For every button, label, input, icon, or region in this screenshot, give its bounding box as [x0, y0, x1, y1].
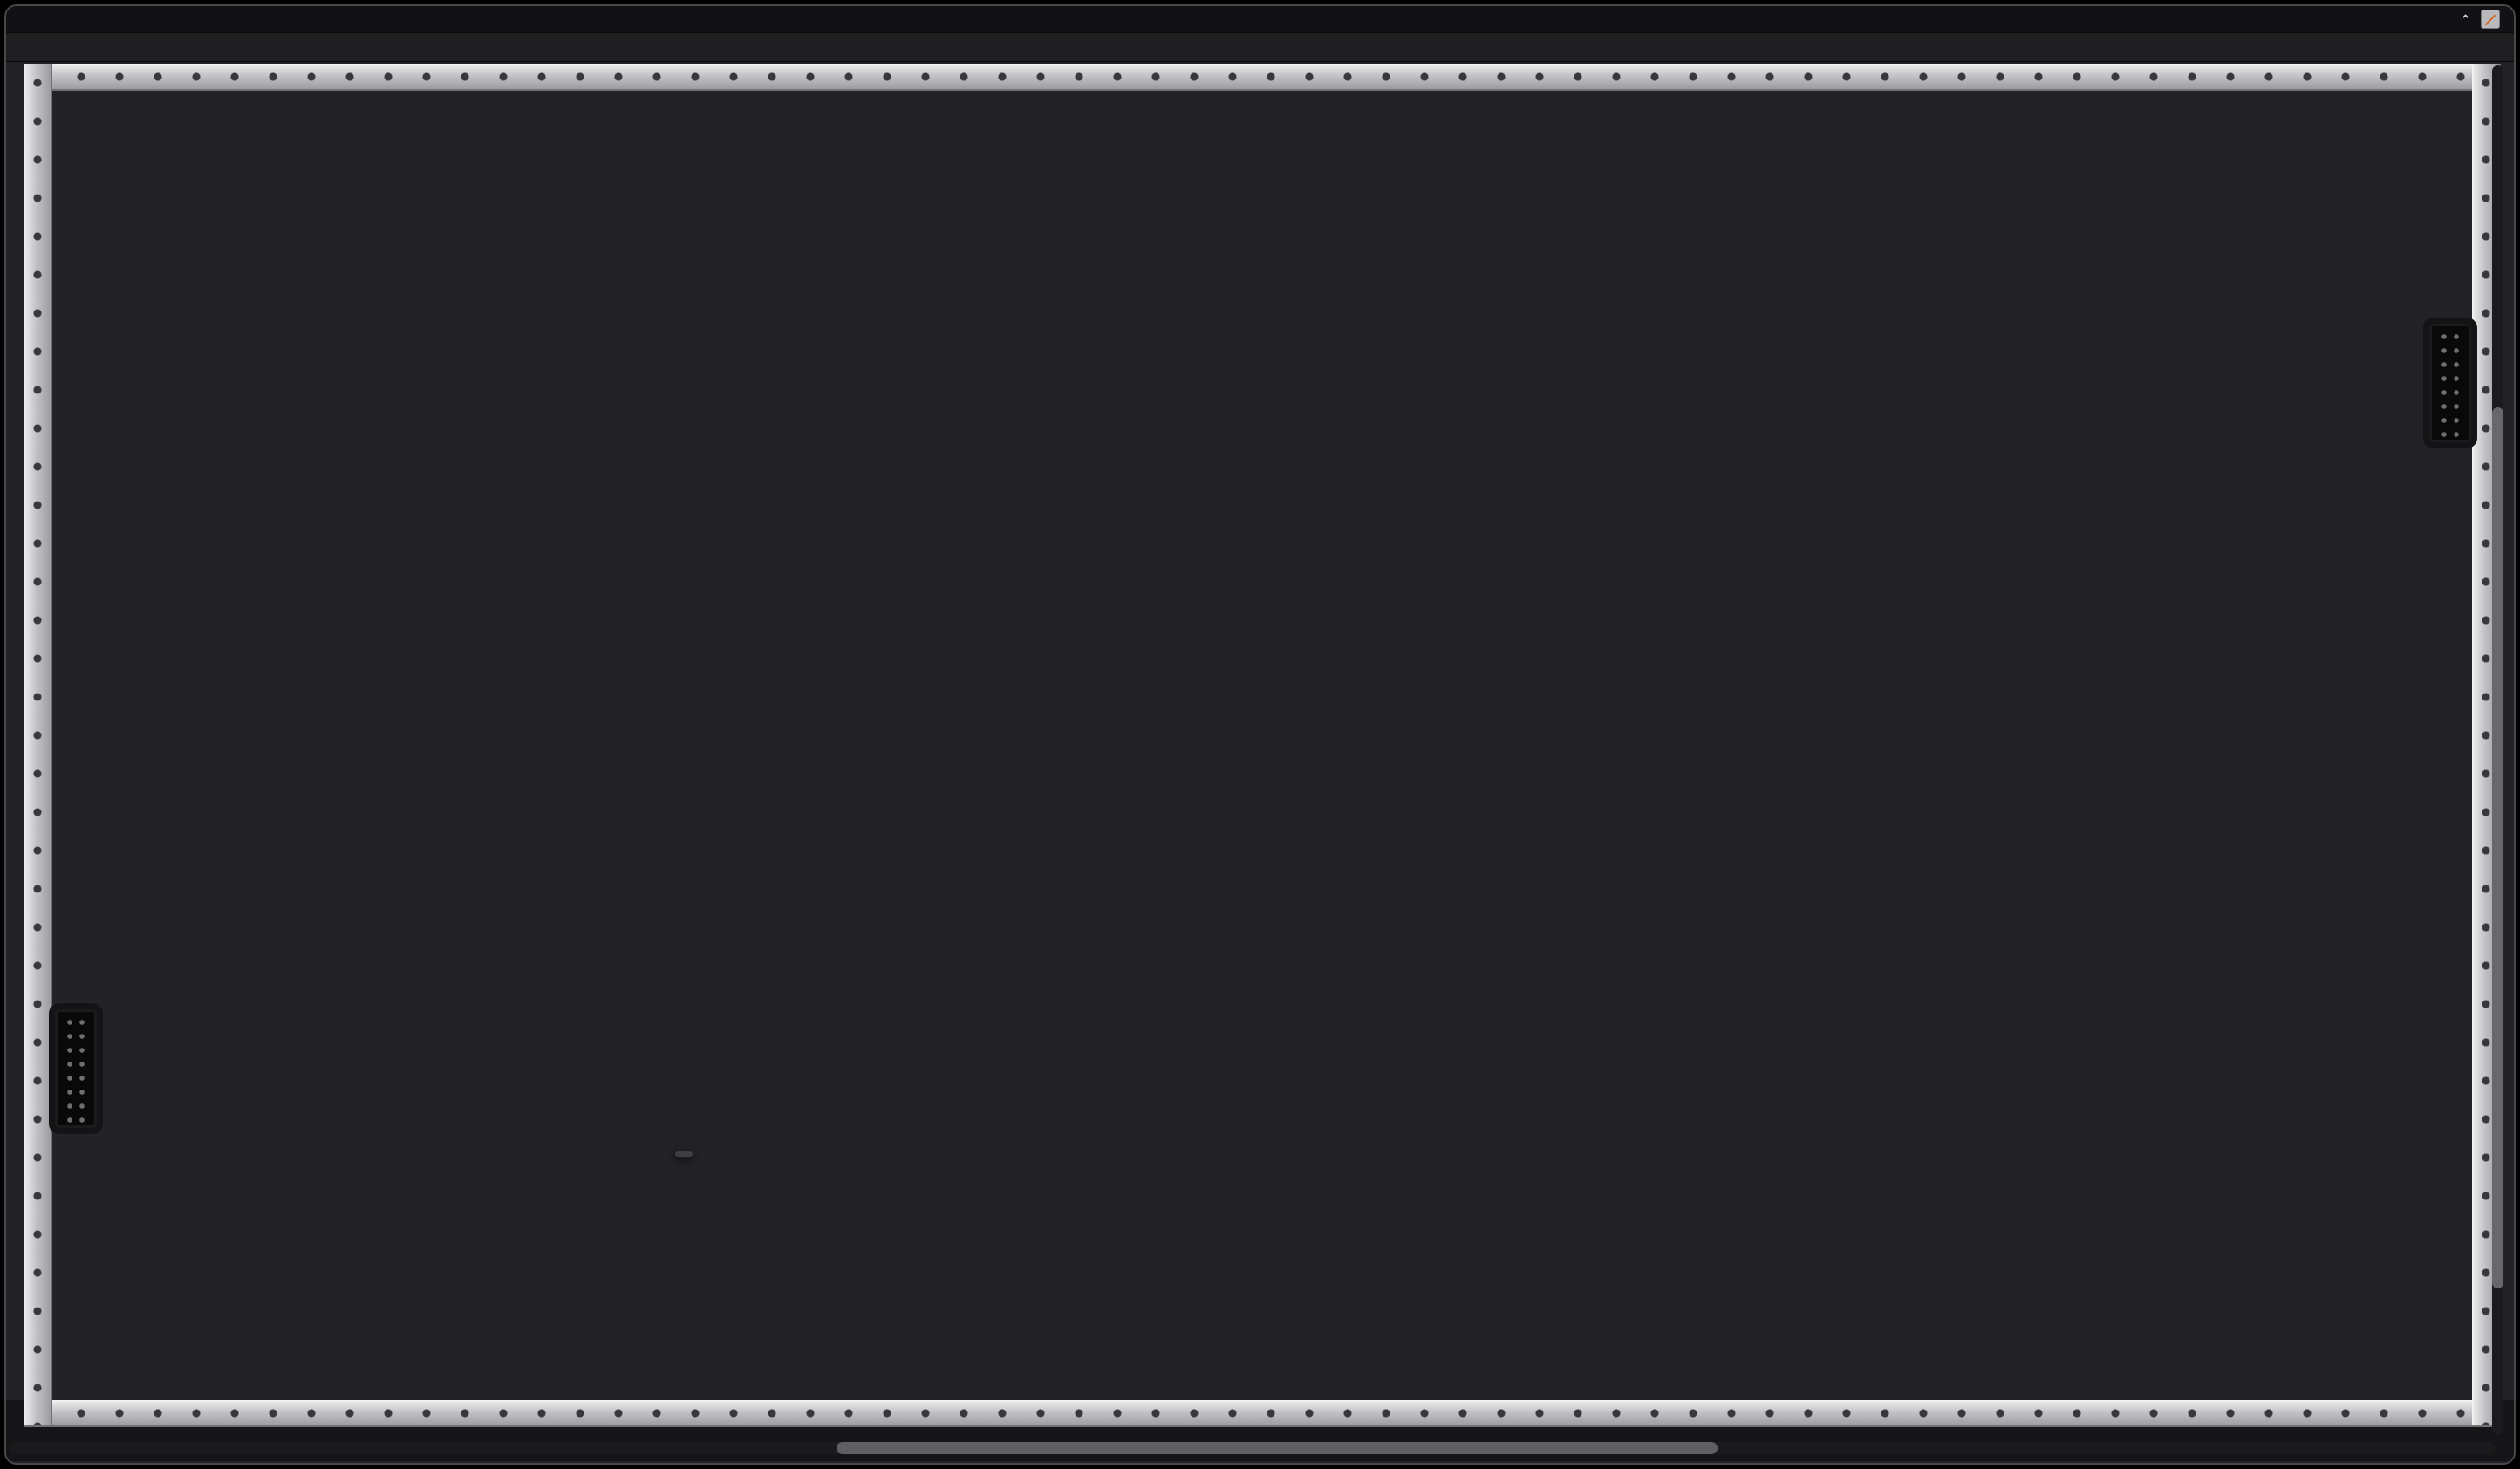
ribbon-connector-left — [55, 1009, 97, 1128]
menu-bar — [6, 32, 2514, 62]
rack-rail-top — [24, 64, 2496, 91]
rack-area — [6, 62, 2514, 1463]
collapse-icon[interactable]: ⌃⌃ — [2461, 17, 2470, 22]
gain-tooltip — [674, 1151, 693, 1158]
cardinal-window: ⌃⌃ — [4, 4, 2516, 1465]
horizontal-scrollbar-thumb[interactable] — [837, 1442, 1718, 1454]
cable-opacity-icon[interactable] — [2481, 10, 2500, 29]
ribbon-connector-right — [2429, 324, 2471, 442]
rack-rail-left — [24, 64, 52, 1425]
vertical-scrollbar-thumb[interactable] — [2492, 407, 2503, 1288]
rack-rail-bottom — [24, 1400, 2496, 1427]
title-bar: ⌃⌃ — [6, 6, 2514, 32]
